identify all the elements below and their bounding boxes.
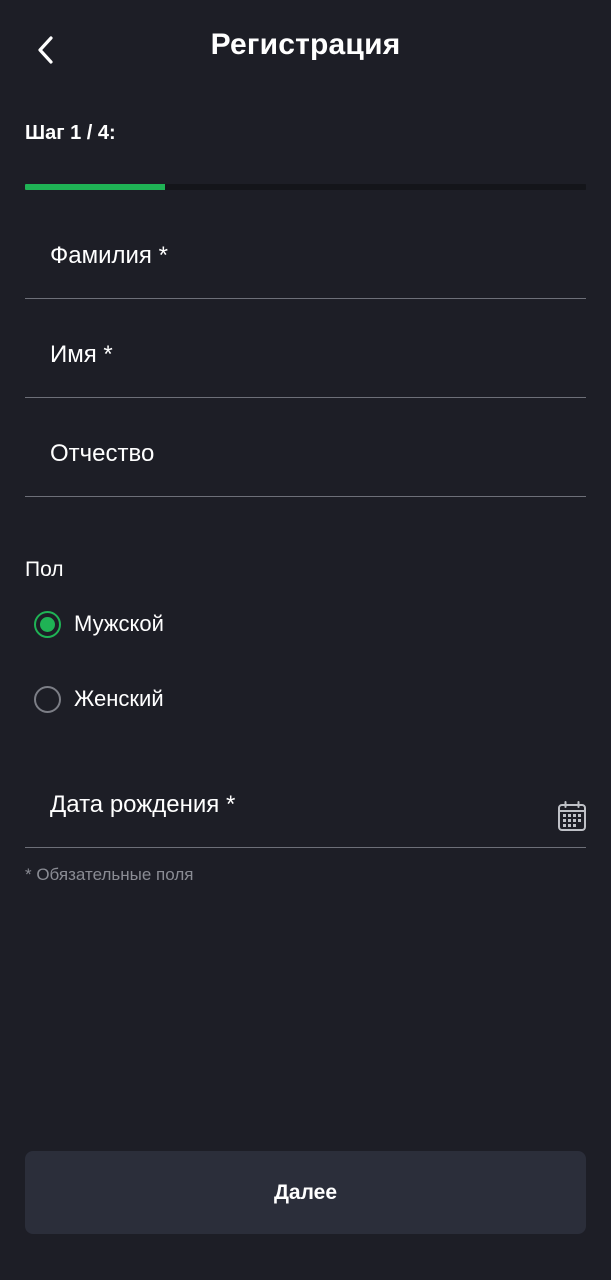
header: Регистрация [0, 0, 611, 96]
step-progress-fill [25, 184, 166, 190]
gender-section-label: Пол [25, 558, 64, 581]
gender-option-male[interactable]: Мужской [34, 606, 164, 642]
required-fields-hint: * Обязательные поля [25, 865, 194, 884]
step-progress-bar [25, 184, 586, 190]
birth-date-field[interactable]: Дата рождения * [25, 750, 590, 849]
registration-screen: Регистрация Шаг 1 / 4: Фамилия * Имя * О… [0, 0, 611, 1280]
step-indicator: Шаг 1 / 4: [25, 122, 116, 144]
last-name-label: Фамилия * [50, 242, 168, 269]
radio-male-dot [40, 616, 55, 632]
calendar-icon [558, 801, 586, 831]
last-name-field[interactable]: Фамилия * [25, 201, 590, 300]
radio-female[interactable] [34, 685, 61, 713]
gender-option-male-label: Мужской [74, 611, 164, 636]
calendar-button[interactable] [557, 800, 587, 832]
next-button[interactable]: Далее [25, 1151, 586, 1234]
page-title: Регистрация [210, 28, 401, 61]
gender-option-female[interactable]: Женский [34, 681, 164, 717]
patronymic-label: Отчество [50, 440, 155, 467]
patronymic-field[interactable]: Отчество [25, 399, 590, 498]
birth-date-label: Дата рождения * [50, 791, 236, 818]
radio-male[interactable] [34, 610, 61, 638]
first-name-label: Имя * [50, 341, 113, 368]
gender-option-female-label: Женский [74, 686, 164, 711]
first-name-field[interactable]: Имя * [25, 300, 590, 399]
